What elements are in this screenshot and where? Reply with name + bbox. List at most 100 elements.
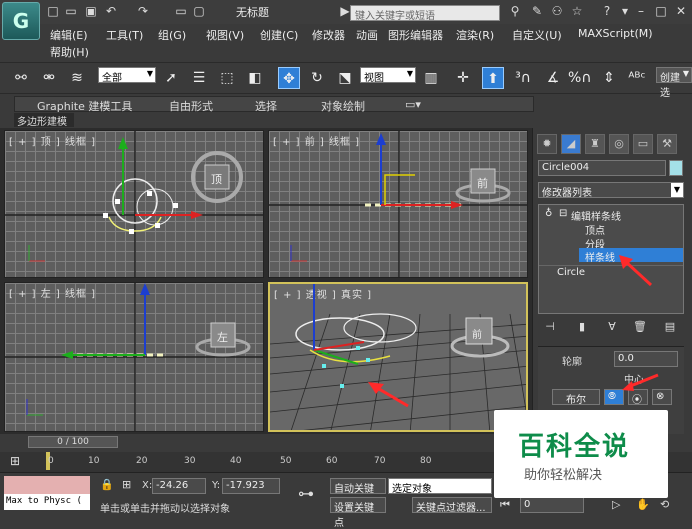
tools-icon[interactable]: ✎	[530, 4, 544, 18]
help-dropdown-icon[interactable]: ▾	[618, 4, 632, 18]
menu-create[interactable]: 创建(C)	[260, 27, 298, 43]
named-selection-set-field[interactable]: 创建选	[656, 67, 692, 99]
select-rotate-icon[interactable]: ↻	[306, 67, 328, 89]
ribbon-tab-object-paint[interactable]: 对象绘制	[321, 98, 365, 114]
edit-named-selection-icon[interactable]: ᴬᴮᶜ	[626, 67, 648, 89]
window-icon[interactable]: ▢	[192, 4, 206, 18]
lock-selection-icon[interactable]: 🔒	[100, 478, 114, 491]
absolute-mode-icon[interactable]: ⊞	[122, 478, 131, 491]
object-color-swatch[interactable]	[669, 160, 683, 176]
menu-views[interactable]: 视图(V)	[206, 27, 244, 43]
y-coordinate-field[interactable]: -17.923	[222, 478, 280, 494]
make-unique-icon[interactable]: ∀	[604, 320, 620, 336]
motion-tab-icon[interactable]: ◎	[609, 134, 629, 154]
mini-curve-editor-icon[interactable]: ⊞	[10, 454, 30, 470]
angle-snap-icon[interactable]: ∡	[542, 67, 564, 89]
keyboard-shortcut-override-icon[interactable]: ⬆	[482, 67, 504, 89]
collapse-icon[interactable]: ⊟	[559, 208, 567, 219]
create-tab-icon[interactable]: ✹	[537, 134, 557, 154]
menu-graph-editors[interactable]: 图形编辑器	[388, 27, 443, 43]
bind-spacewarp-icon[interactable]: ≋	[66, 67, 88, 89]
ribbon-tab-freeform[interactable]: 自由形式	[169, 98, 213, 114]
show-end-result-icon[interactable]: ▮	[574, 320, 590, 336]
undo-icon[interactable]: ↶	[104, 4, 118, 18]
pivot-center-icon[interactable]: ▥	[420, 67, 442, 89]
link-icon[interactable]: ⚯	[10, 67, 32, 89]
outline-spinner[interactable]: 0.0	[614, 351, 678, 367]
stack-subitem-spline[interactable]: 样条线	[585, 249, 615, 264]
viewport-perspective[interactable]: [ + ] 透视 ] 真实 ] 前	[268, 282, 528, 432]
lightbulb-icon[interactable]: ♁	[545, 208, 552, 219]
app-logo[interactable]: G	[2, 2, 40, 40]
menu-edit[interactable]: 编辑(E)	[50, 27, 88, 43]
display-tab-icon[interactable]: ▭	[633, 134, 653, 154]
reference-coordinate-dropdown[interactable]: 视图	[360, 67, 416, 84]
window-crossing-icon[interactable]: ◧	[244, 67, 266, 89]
stack-subitem-vertex[interactable]: 顶点	[585, 222, 605, 237]
viewcube-top[interactable]: 顶	[211, 171, 222, 187]
orbit-icon[interactable]: ⟲	[660, 498, 669, 511]
rect-selection-icon[interactable]: ⬚	[216, 67, 238, 89]
project-folder-icon[interactable]: ▭	[174, 4, 188, 18]
selected-object-dropdown[interactable]: 选定对象	[388, 478, 492, 495]
ribbon-options-icon[interactable]: ▭▾	[405, 98, 421, 111]
stack-item-circle[interactable]: Circle	[557, 267, 585, 278]
zoom-icon[interactable]: ▷	[612, 498, 620, 511]
object-name-field[interactable]: Circle004	[538, 160, 666, 176]
favorites-icon[interactable]: ☆	[570, 4, 584, 18]
search-input[interactable]: 键入关键字或短语	[350, 5, 500, 22]
menu-modifiers[interactable]: 修改器	[312, 27, 345, 43]
menu-customize[interactable]: 自定义(U)	[512, 27, 562, 43]
menu-help[interactable]: 帮助(H)	[50, 44, 89, 60]
current-frame-field[interactable]: 0	[520, 497, 584, 513]
menu-animation[interactable]: 动画	[356, 27, 378, 43]
set-key-button[interactable]: 设置关键点	[330, 497, 386, 529]
pin-stack-icon[interactable]: ⊣	[542, 320, 558, 336]
minimize-icon[interactable]: –	[634, 4, 648, 18]
remove-modifier-icon[interactable]: 🗑	[632, 320, 648, 336]
key-filters-button[interactable]: 关键点过滤器...	[412, 497, 492, 514]
select-move-icon[interactable]: ✥	[278, 67, 300, 89]
viewcube-left[interactable]: 左	[217, 329, 228, 345]
manipulate-icon[interactable]: ✛	[452, 67, 474, 89]
menu-maxscript[interactable]: MAXScript(M)	[578, 27, 653, 40]
redo-icon[interactable]: ↷	[136, 4, 150, 18]
binoculars-icon[interactable]: ⚲	[508, 4, 522, 18]
auto-key-button[interactable]: 自动关键点	[330, 478, 386, 510]
spinner-snap-icon[interactable]: ⇕	[598, 67, 620, 89]
go-to-start-icon[interactable]: ⏮	[500, 498, 510, 512]
configure-modifier-sets-icon[interactable]: ▤	[662, 320, 678, 336]
maximize-icon[interactable]: □	[654, 4, 668, 18]
boolean-button[interactable]: 布尔	[552, 389, 600, 406]
viewport-top[interactable]: [ + ] 顶 ] 线框 ] 顶	[4, 130, 264, 278]
menu-rendering[interactable]: 渲染(R)	[456, 27, 494, 43]
close-icon[interactable]: ✕	[674, 4, 688, 18]
x-coordinate-field[interactable]: -24.26	[152, 478, 206, 494]
utilities-tab-icon[interactable]: ⚒	[657, 134, 677, 154]
viewcube-front[interactable]: 前	[477, 175, 488, 191]
menu-group[interactable]: 组(G)	[158, 27, 186, 43]
maxscript-listener-pink[interactable]	[4, 476, 90, 494]
time-slider[interactable]: 0 / 100	[28, 436, 118, 448]
maxscript-listener-input[interactable]: Max to Physc (	[4, 494, 90, 510]
percent-snap-icon[interactable]: %∩	[568, 67, 592, 89]
hierarchy-tab-icon[interactable]: ♜	[585, 134, 605, 154]
save-icon[interactable]: ▣	[84, 4, 98, 18]
modify-tab-icon[interactable]: ◢	[561, 134, 581, 154]
select-by-name-icon[interactable]: ☰	[188, 67, 210, 89]
modifier-list-dropdown[interactable]: 修改器列表 ▼	[538, 182, 684, 199]
set-key-icon[interactable]: ⊶	[298, 484, 314, 503]
ribbon-subtab-polygon-modeling[interactable]: 多边形建模	[14, 113, 74, 128]
users-icon[interactable]: ⚇	[550, 4, 564, 18]
open-file-icon[interactable]: ▭	[64, 4, 78, 18]
menu-tools[interactable]: 工具(T)	[106, 27, 143, 43]
snaps-toggle-icon[interactable]: ³∩	[512, 67, 534, 89]
pan-icon[interactable]: ✋	[636, 498, 650, 511]
ribbon-tab-selection[interactable]: 选择	[255, 98, 277, 114]
selection-filter-dropdown[interactable]: 全部	[98, 67, 156, 84]
select-scale-icon[interactable]: ⬔	[334, 67, 356, 89]
viewcube-perspective[interactable]: 前	[472, 326, 482, 341]
viewport-left[interactable]: [ + ] 左 ] 线框 ] 左	[4, 282, 264, 432]
chevron-down-icon[interactable]: ▼	[671, 183, 683, 197]
new-file-icon[interactable]: □	[46, 4, 60, 18]
